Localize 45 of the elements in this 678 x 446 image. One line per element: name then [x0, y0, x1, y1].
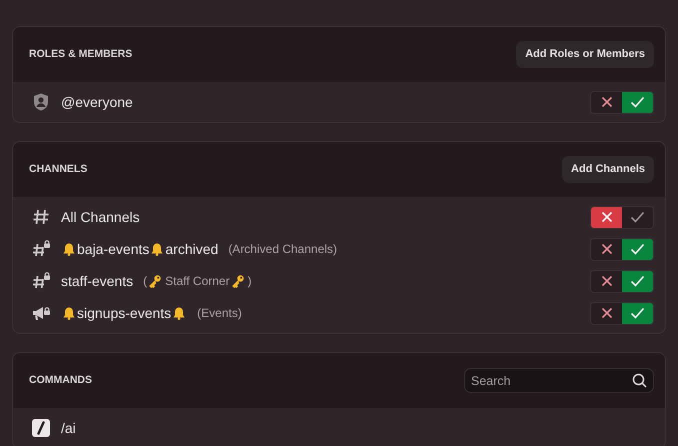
section-title: CHANNELS [29, 162, 88, 177]
deny-icon [600, 307, 612, 319]
channel-name: @everyone [61, 92, 133, 112]
category-note: (Archived Channels) [228, 241, 338, 258]
channel-name: signups-events [77, 304, 172, 323]
deny-icon [600, 211, 612, 223]
allow-icon [630, 96, 645, 108]
bell-icon [62, 242, 76, 256]
channel-name: baja-events [77, 240, 150, 259]
category-note: Staff Corner [165, 273, 230, 290]
category-note: (Events) [197, 305, 242, 322]
permission-toggle[interactable] [590, 238, 654, 260]
channel-name: All Channels [61, 208, 140, 226]
allow-icon [630, 211, 645, 223]
section-title: ROLES & MEMBERS [29, 46, 132, 62]
slash-command-icon [31, 418, 51, 438]
permission-toggle[interactable] [590, 302, 654, 324]
bell-icon [62, 306, 76, 320]
permission-toggle[interactable] [590, 206, 654, 228]
permission-toggle[interactable] [590, 90, 654, 114]
deny-icon [600, 96, 612, 108]
key-icon [230, 274, 245, 288]
category-note: ( [143, 273, 148, 290]
key-icon [148, 274, 162, 288]
allow-icon [630, 307, 645, 319]
section-title: COMMANDS [29, 372, 92, 388]
deny-icon [600, 275, 612, 287]
shield-icon [31, 92, 51, 112]
permission-toggle[interactable] [590, 270, 654, 292]
locked-hash-icon [31, 271, 51, 291]
search-field[interactable]: Search [464, 368, 654, 393]
allow-icon [630, 243, 645, 255]
add-button[interactable]: Add Channels [562, 156, 654, 183]
channel-name: staff-events [61, 272, 134, 290]
add-button[interactable]: Add Roles or Members [516, 41, 654, 68]
allow-icon [630, 275, 645, 287]
category-note: ) [248, 273, 252, 290]
search-icon [632, 373, 647, 388]
bell-icon [172, 306, 186, 320]
hash-icon [31, 207, 51, 227]
locked-hash-icon [31, 239, 51, 259]
bell-icon [150, 242, 164, 256]
deny-icon [600, 243, 612, 255]
channel-name: /ai [61, 418, 76, 438]
channel-name: archived [165, 240, 218, 258]
